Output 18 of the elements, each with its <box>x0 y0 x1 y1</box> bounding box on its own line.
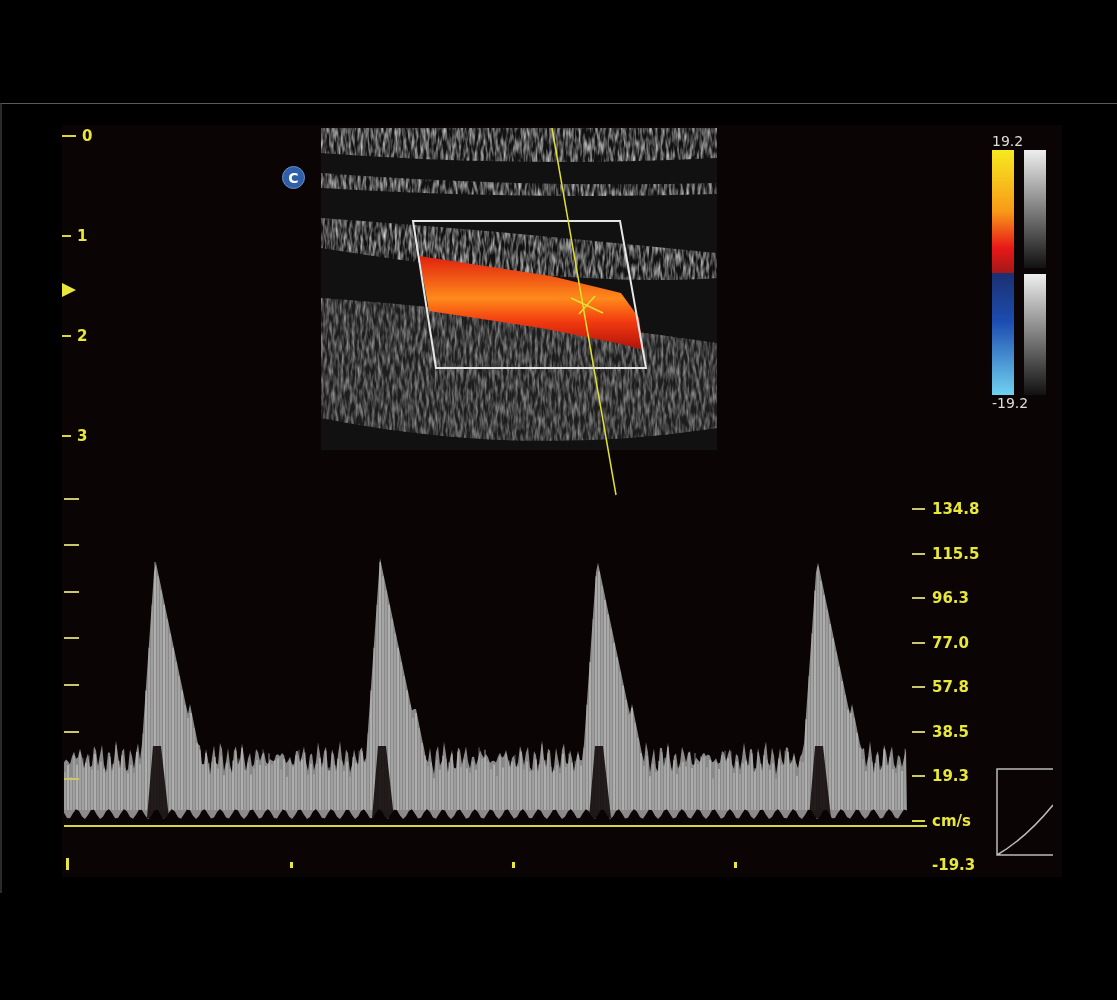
gain-curve-icon <box>996 768 1053 856</box>
mode-badge: C <box>282 166 305 189</box>
depth-scale-label: 3 <box>77 426 88 446</box>
velocity-scale-label: 19.3 <box>932 766 969 786</box>
velocity-scale-label: 77.0 <box>932 632 969 653</box>
velocity-scale-label: 115.5 <box>932 543 980 564</box>
depth-scale-label: 0 <box>82 126 93 146</box>
velocity-scale-label: 134.8 <box>932 499 980 519</box>
depth-scale-label: 1 <box>77 226 88 246</box>
color-scale-min-label: -19.2 <box>992 395 1029 412</box>
velocity-scale-label: 38.5 <box>932 721 969 742</box>
depth-focus-marker-icon <box>62 283 76 297</box>
velocity-scale-label: -19.3 <box>932 855 976 875</box>
depth-scale-label: 2 <box>77 326 88 346</box>
velocity-scale-label: 57.8 <box>932 677 969 697</box>
velocity-scale-label: 96.3 <box>932 588 969 608</box>
velocity-unit-label: cm/s <box>932 810 971 831</box>
color-scale-max-label: 19.2 <box>992 133 1024 150</box>
